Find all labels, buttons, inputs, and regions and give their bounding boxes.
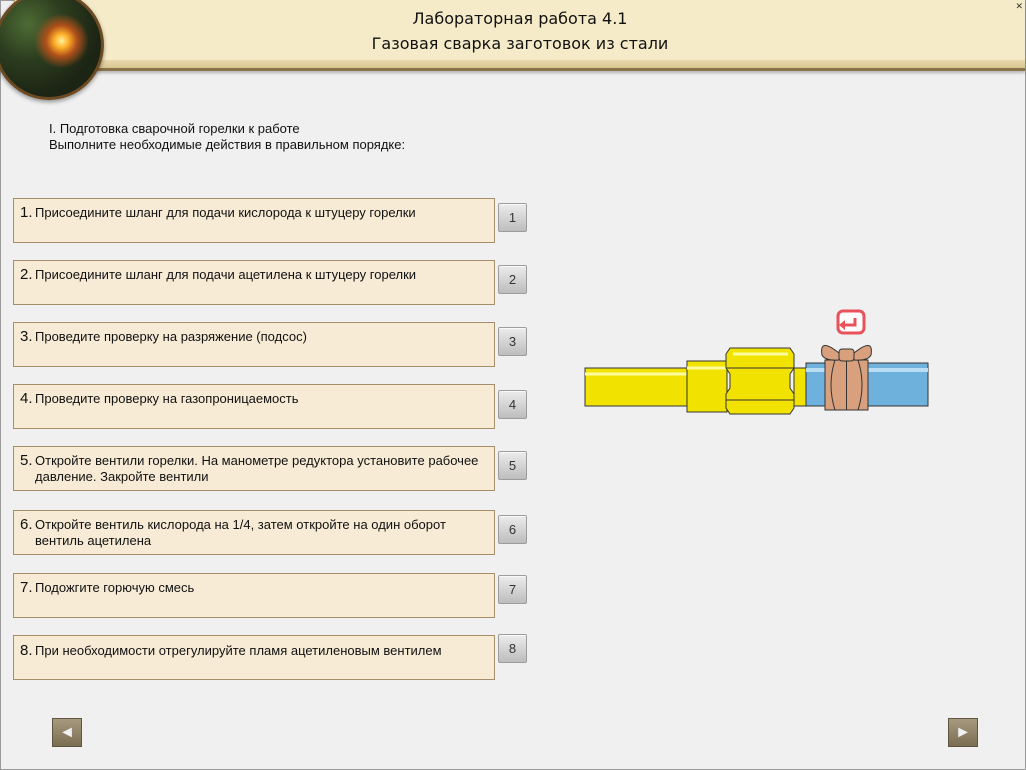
- step-card[interactable]: 2. Присоедините шланг для подачи ацетиле…: [13, 260, 495, 305]
- step-number: 7.: [20, 579, 33, 596]
- order-button-1[interactable]: 1: [498, 203, 527, 232]
- step-card[interactable]: 5. Откройте вентили горелки. На манометр…: [13, 446, 495, 491]
- yellow-hose: [584, 367, 692, 407]
- step-card[interactable]: 7. Подожгите горючую смесь: [13, 573, 495, 618]
- order-button-4[interactable]: 4: [498, 390, 527, 419]
- step-text: Откройте вентили горелки. На манометре р…: [35, 453, 479, 484]
- hose-sleeve: [686, 360, 728, 413]
- step-card[interactable]: 4. Проведите проверку на газопроницаемос…: [13, 384, 495, 429]
- order-button-2[interactable]: 2: [498, 265, 527, 294]
- hex-nut: [725, 347, 795, 415]
- step-number: 2.: [20, 266, 33, 283]
- clamp-icon[interactable]: [821, 345, 872, 411]
- header-shade: [15, 60, 1025, 68]
- step-number: 3.: [20, 328, 33, 345]
- order-button-6[interactable]: 6: [498, 515, 527, 544]
- instruction-text: Выполните необходимые действия в правиль…: [49, 137, 406, 152]
- step-number: 5.: [20, 452, 33, 469]
- nut-collar: [793, 367, 807, 407]
- step-number: 1.: [20, 204, 33, 221]
- page-subtitle: Газовая сварка заготовок из стали: [371, 34, 669, 53]
- step-card[interactable]: 1. Присоедините шланг для подачи кислоро…: [13, 198, 495, 243]
- order-button-3[interactable]: 3: [498, 327, 527, 356]
- prev-button[interactable]: ◄: [52, 718, 82, 747]
- step-number: 8.: [20, 642, 33, 659]
- step-text: Проведите проверку на газопроницаемость: [35, 391, 299, 406]
- rotate-icon[interactable]: [836, 309, 866, 335]
- step-text: Подожгите горючую смесь: [35, 580, 195, 595]
- header-bar: Лабораторная работа 4.1 Газовая сварка з…: [14, 0, 1025, 71]
- next-button[interactable]: ►: [948, 718, 978, 747]
- step-card[interactable]: 6. Откройте вентиль кислорода на 1/4, за…: [13, 510, 495, 555]
- step-text: При необходимости отрегулируйте пламя ац…: [35, 643, 442, 658]
- order-button-8[interactable]: 8: [498, 634, 527, 663]
- step-card[interactable]: 8. При необходимости отрегулируйте пламя…: [13, 635, 495, 680]
- step-text: Присоедините шланг для подачи кислорода …: [35, 205, 416, 220]
- order-button-5[interactable]: 5: [498, 451, 527, 480]
- step-text: Откройте вентиль кислорода на 1/4, затем…: [35, 517, 446, 548]
- step-text: Проведите проверку на разряжение (подсос…: [35, 329, 307, 344]
- close-button[interactable]: ✕: [1003, 1, 1023, 11]
- hose-fitting-illustration: [584, 309, 929, 415]
- step-number: 4.: [20, 390, 33, 407]
- step-card[interactable]: 3. Проведите проверку на разряжение (под…: [13, 322, 495, 367]
- step-text: Присоедините шланг для подачи ацетилена …: [35, 267, 417, 282]
- order-button-7[interactable]: 7: [498, 575, 527, 604]
- step-number: 6.: [20, 516, 33, 533]
- instructions: I. Подготовка сварочной горелки к работе…: [49, 121, 405, 153]
- page-title: Лабораторная работа 4.1: [412, 9, 628, 28]
- section-heading: I. Подготовка сварочной горелки к работе: [49, 121, 300, 136]
